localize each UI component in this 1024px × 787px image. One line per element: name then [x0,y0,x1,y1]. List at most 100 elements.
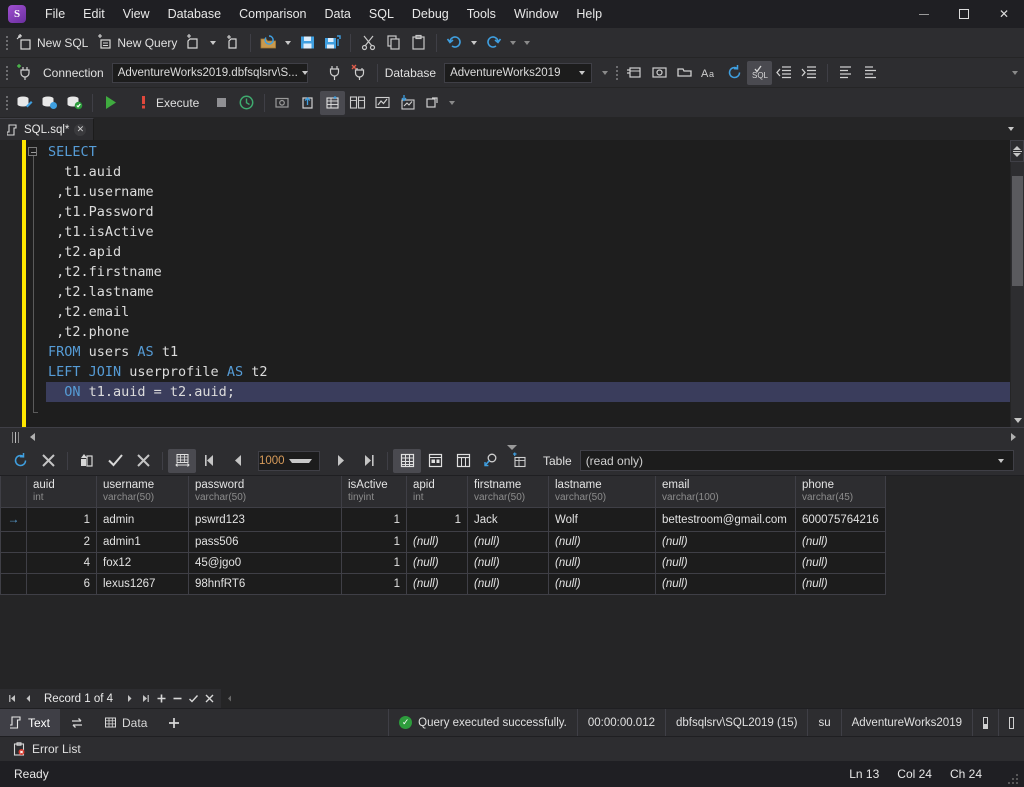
column-header-auid[interactable]: auid int [26,476,97,508]
grid-corner-cell[interactable] [0,476,27,508]
new-script-button[interactable] [220,31,245,55]
row-header-cell[interactable] [0,552,27,574]
menu-tools[interactable]: Tools [458,0,505,28]
redo-dropdown-caret[interactable] [510,40,517,45]
first-record-button[interactable] [4,690,20,707]
row-header-cell[interactable]: → [0,507,27,532]
cell-lastname[interactable]: Wolf [548,507,656,532]
cell-firstname[interactable]: Jack [467,507,549,532]
refresh-results-button[interactable] [6,449,34,473]
first-page-button[interactable] [196,449,224,473]
table-row[interactable]: 4 fox12 45@jgo0 1 (null) (null) (null) (null) (n… [0,552,886,574]
commit-db-button[interactable] [62,91,87,115]
refresh-db-button[interactable] [37,91,62,115]
column-header-phone[interactable]: phone varchar(45) [795,476,886,508]
prev-record-button[interactable] [20,690,36,707]
undo-dropdown-caret[interactable] [471,40,478,45]
sql-check-button[interactable]: SQL [747,60,773,85]
cell-phone[interactable]: (null) [795,573,886,595]
prev-page-button[interactable] [224,449,252,473]
menu-data[interactable]: Data [315,0,359,28]
fold-toggle-icon[interactable] [28,147,37,156]
results-grid-button[interactable] [320,90,346,115]
cell-apid[interactable]: (null) [406,531,468,553]
column-view-button[interactable] [449,449,477,473]
cell-firstname[interactable]: (null) [467,531,549,553]
add-record-button[interactable] [153,690,169,707]
cell-lastname[interactable]: (null) [548,552,656,574]
scrollbar-thumb[interactable] [1012,176,1023,286]
execute-toolbar-grip[interactable] [2,88,12,118]
open-dropdown-caret[interactable] [285,40,292,45]
tab-data[interactable]: Data [94,709,157,736]
menu-database[interactable]: Database [159,0,231,28]
sql-editor[interactable]: SELECT t1.auid ,t1.username ,t1.Password… [0,140,1024,427]
save-all-button[interactable] [320,31,345,55]
cell-phone[interactable]: 600075764216 [795,507,886,532]
next-record-button[interactable] [121,690,137,707]
insert-chart-button[interactable] [395,91,420,115]
object-toolbar-grip[interactable] [612,58,622,88]
editor-vertical-scrollbar[interactable] [1010,140,1024,427]
cell-firstname[interactable]: (null) [467,552,549,574]
card-view-button[interactable] [421,449,449,473]
camera-results-button[interactable] [270,91,295,115]
editor-split-button[interactable] [1010,140,1024,162]
new-connection-button[interactable] [12,61,37,85]
last-record-button[interactable] [137,690,153,707]
menu-edit[interactable]: Edit [74,0,114,28]
compare-button[interactable] [345,91,370,115]
cell-phone[interactable]: (null) [795,552,886,574]
paste-button[interactable] [406,31,431,55]
grid-view-button[interactable] [393,448,421,473]
cancel-record-button[interactable] [201,690,217,707]
cancel-results-button[interactable] [34,449,62,473]
refresh-button[interactable] [722,61,747,85]
open-external-button[interactable] [420,91,445,115]
hscroll-left-icon[interactable] [30,433,35,441]
row-header-cell[interactable] [0,573,27,595]
column-header-email[interactable]: email varchar(100) [655,476,796,508]
menu-sql[interactable]: SQL [360,0,403,28]
cell-password[interactable]: pswrd123 [188,507,342,532]
grid-mode-button[interactable] [168,448,196,473]
table-row[interactable]: → 1 admin pswrd123 1 1 Jack Wolf bettestroom@gma… [0,507,886,532]
disconnect-button[interactable] [347,61,372,85]
cell-password[interactable]: 98hnfRT6 [188,573,342,595]
stop-button[interactable] [209,91,234,115]
cell-apid[interactable]: 1 [406,507,468,532]
tab-close-icon[interactable]: ✕ [74,123,87,136]
horizontal-split-handle[interactable] [6,430,24,445]
editor-fold-column[interactable] [26,140,42,427]
execute-toolbar-overflow-caret[interactable] [449,100,456,105]
indent-decrease-button[interactable] [772,61,797,85]
table-row[interactable]: 6 lexus1267 98hnfRT6 1 (null) (null) (null) (nu… [0,573,886,595]
new-query-button[interactable]: New Query [92,31,181,55]
results-grid[interactable]: auid int username varchar(50) password varcha… [0,476,1024,689]
cell-lastname[interactable]: (null) [548,573,656,595]
folder-button[interactable] [672,61,697,85]
menu-file[interactable]: File [36,0,74,28]
row-header-cell[interactable] [0,531,27,553]
cut-button[interactable] [356,31,381,55]
database-overflow-caret[interactable] [602,70,609,75]
toolbar-overflow-caret[interactable] [524,40,531,45]
save-button[interactable] [295,31,320,55]
rollback-button[interactable] [129,449,157,473]
panel-splitter-caret-icon[interactable] [507,445,517,450]
cell-email[interactable]: bettestroom@gmail.com [655,507,796,532]
cell-username[interactable]: admin1 [96,531,189,553]
toggle-full-panel-button[interactable] [998,709,1024,736]
cell-email[interactable]: (null) [655,552,796,574]
undo-button[interactable] [442,31,467,55]
cell-email[interactable]: (null) [655,531,796,553]
connection-combobox[interactable]: AdventureWorks2019.dbfsqlsrv\S... [111,62,308,83]
last-page-button[interactable] [354,449,382,473]
export-data-button[interactable] [73,449,101,473]
generate-sql-button[interactable] [505,449,533,473]
menu-debug[interactable]: Debug [403,0,458,28]
scroll-down-button[interactable] [1011,414,1024,427]
comment-button[interactable] [833,61,858,85]
cell-auid[interactable]: 1 [26,507,97,532]
copy-button[interactable] [381,31,406,55]
